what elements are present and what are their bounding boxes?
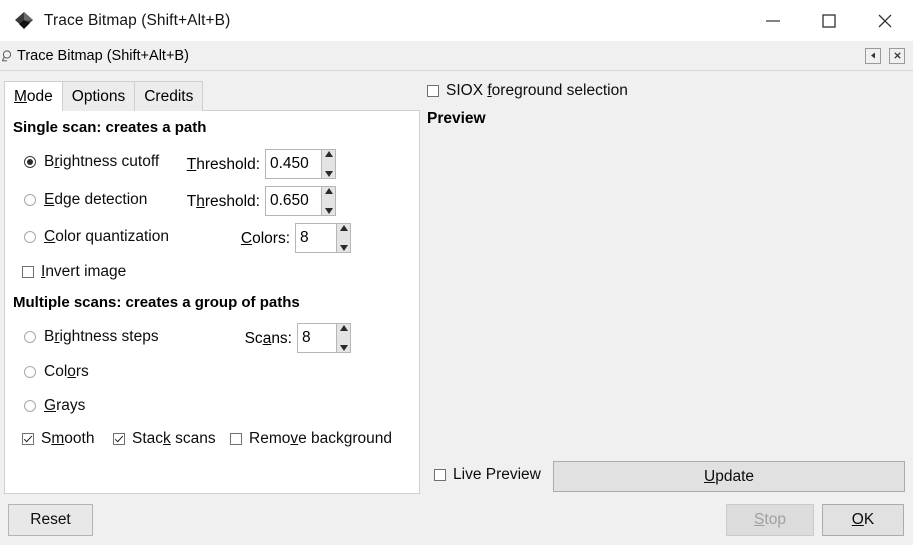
threshold-spin-buttons-1[interactable]: [321, 149, 336, 179]
scans-spin-buttons[interactable]: [336, 323, 351, 353]
radio-indicator-grays: [24, 400, 36, 412]
radio-label-color-quantization: Color quantization: [44, 228, 169, 246]
spin-down-icon[interactable]: [325, 208, 333, 214]
scans-label: Scans:: [237, 330, 292, 348]
colors-spin-buttons[interactable]: [336, 223, 351, 253]
reset-button[interactable]: Reset: [8, 504, 93, 536]
checkbox-label-remove-background: Remove background: [249, 430, 392, 448]
stop-button-label: Stop: [754, 511, 786, 529]
tab-options-label: Options: [72, 88, 125, 106]
checkbox-invert-image[interactable]: Invert image: [22, 263, 126, 281]
update-button[interactable]: Update: [553, 461, 905, 492]
update-button-label: Update: [704, 468, 754, 486]
spin-up-icon[interactable]: [325, 151, 333, 157]
tab-bar: Mode Options Credits: [4, 81, 203, 111]
radio-indicator-brightness-cutoff: [24, 156, 36, 168]
spin-up-icon[interactable]: [340, 225, 348, 231]
maximize-icon[interactable]: [801, 0, 857, 41]
spin-up-icon[interactable]: [325, 188, 333, 194]
checkbox-indicator-siox: [427, 85, 439, 97]
checkbox-remove-background[interactable]: Remove background: [230, 430, 392, 448]
threshold-spin-buttons-2[interactable]: [321, 186, 336, 216]
radio-grays[interactable]: Grays: [24, 397, 85, 415]
tab-credits-label: Credits: [144, 88, 193, 106]
threshold-label-2: Threshold:: [185, 193, 260, 211]
checkbox-indicator-remove-background: [230, 433, 242, 445]
radio-edge-detection[interactable]: Edge detection: [24, 191, 147, 209]
stop-button[interactable]: Stop: [726, 504, 814, 536]
ok-button[interactable]: OK: [822, 504, 904, 536]
colors-spinner[interactable]: [295, 223, 351, 253]
dock-left-icon[interactable]: [865, 48, 881, 64]
inkscape-diamond-icon: [12, 9, 36, 33]
radio-label-colors: Colors: [44, 363, 89, 381]
radio-brightness-cutoff[interactable]: Brightness cutoff: [24, 153, 159, 171]
checkbox-label-stack-scans: Stack scans: [132, 430, 216, 448]
checkbox-stack-scans[interactable]: Stack scans: [113, 430, 216, 448]
tab-options[interactable]: Options: [62, 81, 135, 111]
threshold-label-1: Threshold:: [185, 156, 260, 174]
checkbox-indicator-live-preview: [434, 469, 446, 481]
tab-credits[interactable]: Credits: [134, 81, 203, 111]
spin-up-icon[interactable]: [340, 325, 348, 331]
reset-button-label: Reset: [30, 511, 71, 529]
scans-spinner[interactable]: [297, 323, 351, 353]
spin-down-icon[interactable]: [340, 345, 348, 351]
dialog-close-icon[interactable]: [889, 48, 905, 64]
tab-mode-rest: ode: [27, 88, 53, 105]
radio-indicator-color-quantization: [24, 231, 36, 243]
checkbox-indicator-stack-scans: [113, 433, 125, 445]
radio-color-quantization[interactable]: Color quantization: [24, 228, 169, 246]
radio-indicator-colors: [24, 366, 36, 378]
spin-down-icon[interactable]: [325, 171, 333, 177]
radio-indicator-edge-detection: [24, 194, 36, 206]
checkbox-indicator-smooth: [22, 433, 34, 445]
threshold-input-2[interactable]: [265, 186, 321, 216]
single-scan-heading: Single scan: creates a path: [13, 119, 206, 136]
checkbox-indicator-invert-image: [22, 266, 34, 278]
ok-button-label: OK: [852, 511, 874, 529]
colors-label: Colors:: [235, 230, 290, 248]
preview-title: Preview: [427, 110, 486, 128]
radio-label-brightness-cutoff: Brightness cutoff: [44, 153, 159, 171]
tab-mode-label: Mode: [14, 88, 53, 106]
threshold-spinner-1[interactable]: [265, 149, 336, 179]
checkbox-label-live-preview: Live Preview: [453, 466, 541, 484]
colors-input[interactable]: [295, 223, 336, 253]
radio-colors[interactable]: Colors: [24, 363, 89, 381]
checkbox-label-smooth: Smooth: [41, 430, 94, 448]
checkbox-smooth[interactable]: Smooth: [22, 430, 94, 448]
checkbox-live-preview[interactable]: Live Preview: [434, 466, 541, 484]
radio-brightness-steps[interactable]: Brightness steps: [24, 328, 159, 346]
window-titlebar: Trace Bitmap (Shift+Alt+B): [0, 0, 913, 41]
threshold-spinner-2[interactable]: [265, 186, 336, 216]
window-title: Trace Bitmap (Shift+Alt+B): [44, 12, 230, 30]
scans-input[interactable]: [297, 323, 336, 353]
trace-bitmap-window: Trace Bitmap (Shift+Alt+B) Trace Bitmap …: [0, 0, 913, 545]
mode-panel: Single scan: creates a path Brightness c…: [4, 110, 420, 494]
spin-down-icon[interactable]: [340, 245, 348, 251]
radio-label-brightness-steps: Brightness steps: [44, 328, 159, 346]
tab-mode-mnemonic: M: [14, 88, 27, 105]
dialog-title: Trace Bitmap (Shift+Alt+B): [17, 48, 189, 64]
radio-indicator-brightness-steps: [24, 331, 36, 343]
threshold-input-1[interactable]: [265, 149, 321, 179]
checkbox-siox-foreground-selection[interactable]: SIOX foreground selection: [427, 82, 628, 100]
radio-label-grays: Grays: [44, 397, 85, 415]
tab-mode[interactable]: Mode: [4, 81, 63, 111]
preview-area: [423, 133, 909, 455]
close-icon[interactable]: [857, 0, 913, 41]
multiple-scans-heading: Multiple scans: creates a group of paths: [13, 294, 300, 311]
radio-label-edge-detection: Edge detection: [44, 191, 147, 209]
dialog-stamp-icon: [1, 49, 15, 63]
minimize-icon[interactable]: [745, 0, 801, 41]
dialog-header: Trace Bitmap (Shift+Alt+B): [0, 41, 913, 71]
checkbox-label-siox: SIOX foreground selection: [446, 82, 628, 100]
checkbox-label-invert-image: Invert image: [41, 263, 126, 281]
